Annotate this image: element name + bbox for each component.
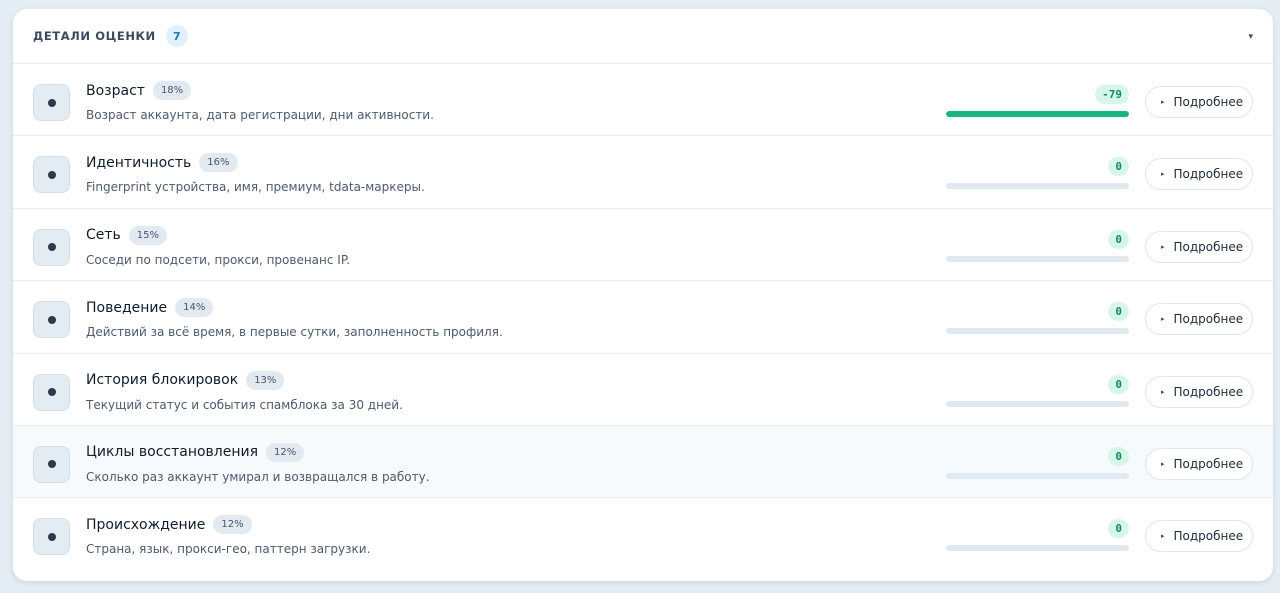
criteria-title: История блокировок: [86, 372, 239, 389]
row-title-line: Поведение 14%: [86, 298, 214, 318]
details-button[interactable]: ▸ Подробнее: [1145, 447, 1253, 480]
criteria-icon: [33, 518, 70, 556]
caret-right-icon: ▸: [1161, 387, 1165, 396]
criteria-title: Происхождение: [86, 516, 206, 533]
count-badge: 7: [165, 25, 188, 47]
panel-title: ДЕТАЛИ ОЦЕНКИ: [33, 29, 156, 43]
score-badge: -79: [1095, 85, 1129, 104]
details-button[interactable]: ▸ Подробнее: [1145, 375, 1253, 408]
dot-icon: [47, 170, 56, 179]
criteria-description: Возраст аккаунта, дата регистрации, дни …: [86, 108, 434, 122]
score-badge: 0: [1108, 157, 1129, 177]
weight-badge: 18%: [152, 81, 192, 100]
criteria-list: Возраст 18% Возраст аккаунта, дата регис…: [13, 64, 1273, 571]
row-title-line: История блокировок 13%: [86, 370, 285, 390]
criteria-row: Возраст 18% Возраст аккаунта, дата регис…: [13, 64, 1273, 137]
criteria-title: Возраст: [86, 82, 145, 99]
details-button-label: Подробнее: [1173, 312, 1244, 327]
caret-right-icon: ▸: [1161, 315, 1165, 324]
details-button-label: Подробнее: [1173, 167, 1244, 182]
score-badge: 0: [1108, 302, 1129, 322]
score-progress-bar: [946, 183, 1129, 190]
dot-icon: [47, 460, 56, 469]
details-button[interactable]: ▸ Подробнее: [1145, 230, 1253, 263]
weight-badge: 12%: [266, 442, 305, 462]
details-button[interactable]: ▸ Подробнее: [1145, 158, 1253, 191]
criteria-title: Идентичность: [86, 154, 192, 171]
criteria-description: Текущий статус и события спамблока за 30…: [86, 397, 403, 412]
criteria-row: Происхождение 12% Страна, язык, прокси-г…: [13, 498, 1273, 570]
row-title-line: Идентичность 16%: [86, 153, 238, 173]
score-badge: 0: [1108, 519, 1129, 539]
details-button-label: Подробнее: [1173, 456, 1244, 471]
dot-icon: [47, 388, 56, 397]
score-progress-fill: [946, 111, 1129, 117]
score-details-panel: ДЕТАЛИ ОЦЕНКИ 7 ▾ Возраст 18% Возраст ак…: [13, 9, 1273, 581]
details-button-label: Подробнее: [1173, 239, 1244, 254]
caret-right-icon: ▸: [1161, 532, 1165, 541]
weight-badge: 13%: [246, 370, 285, 390]
score-progress-bar: [946, 400, 1129, 407]
criteria-description: Fingerprint устройства, имя, премиум, td…: [86, 180, 425, 195]
criteria-row: История блокировок 13% Текущий статус и …: [13, 354, 1273, 426]
criteria-description: Соседи по подсети, прокси, провенанс IP.: [86, 252, 351, 267]
criteria-row: Сеть 15% Соседи по подсети, прокси, пров…: [13, 209, 1273, 282]
criteria-row: Поведение 14% Действий за всё время, в п…: [13, 281, 1273, 354]
details-button-label: Подробнее: [1173, 384, 1244, 399]
weight-badge: 12%: [213, 515, 252, 535]
caret-right-icon: ▸: [1161, 170, 1165, 179]
criteria-icon: [33, 84, 70, 121]
score-badge: 0: [1108, 446, 1129, 466]
row-title-line: Сеть 15%: [86, 225, 168, 245]
caret-right-icon: ▸: [1161, 459, 1165, 468]
details-button[interactable]: ▸ Подробнее: [1145, 86, 1253, 118]
details-button[interactable]: ▸ Подробнее: [1145, 520, 1253, 553]
criteria-title: Поведение: [86, 299, 168, 316]
score-progress-bar: [946, 328, 1129, 335]
criteria-icon: [33, 156, 70, 194]
weight-badge: 16%: [199, 153, 238, 173]
dot-icon: [47, 243, 56, 252]
details-button-label: Подробнее: [1173, 529, 1244, 544]
criteria-title: Циклы восстановления: [86, 444, 259, 461]
chevron-down-icon[interactable]: ▾: [1248, 9, 1253, 64]
criteria-row: Циклы восстановления 12% Сколько раз акк…: [13, 425, 1273, 499]
weight-badge: 14%: [175, 298, 214, 318]
caret-right-icon: ▸: [1161, 242, 1165, 251]
details-button[interactable]: ▸ Подробнее: [1145, 303, 1253, 336]
dot-icon: [47, 532, 56, 541]
dot-icon: [47, 98, 56, 107]
panel-header[interactable]: ДЕТАЛИ ОЦЕНКИ 7 ▾: [13, 9, 1273, 64]
criteria-title: Сеть: [86, 227, 121, 244]
score-progress-bar: [946, 545, 1129, 552]
criteria-icon: [33, 445, 70, 483]
criteria-icon: [33, 373, 70, 411]
criteria-description: Сколько раз аккаунт умирал и возвращался…: [86, 469, 430, 484]
criteria-description: Действий за всё время, в первые сутки, з…: [86, 325, 503, 340]
score-progress-bar: [946, 472, 1129, 479]
score-progress-bar: [946, 255, 1129, 262]
score-progress-bar: [946, 111, 1129, 117]
criteria-description: Страна, язык, прокси-гео, паттерн загруз…: [86, 542, 371, 557]
weight-badge: 15%: [128, 225, 168, 245]
criteria-icon: [33, 228, 70, 266]
row-title-line: Происхождение 12%: [86, 515, 252, 535]
dot-icon: [47, 315, 56, 324]
details-button-label: Подробнее: [1173, 95, 1244, 109]
caret-right-icon: ▸: [1161, 98, 1165, 106]
score-badge: 0: [1108, 374, 1129, 394]
score-badge: 0: [1108, 229, 1129, 249]
criteria-row: Идентичность 16% Fingerprint устройства,…: [13, 136, 1273, 209]
row-title-line: Возраст 18%: [86, 81, 192, 100]
criteria-icon: [33, 301, 70, 339]
row-title-line: Циклы восстановления 12%: [86, 442, 305, 462]
